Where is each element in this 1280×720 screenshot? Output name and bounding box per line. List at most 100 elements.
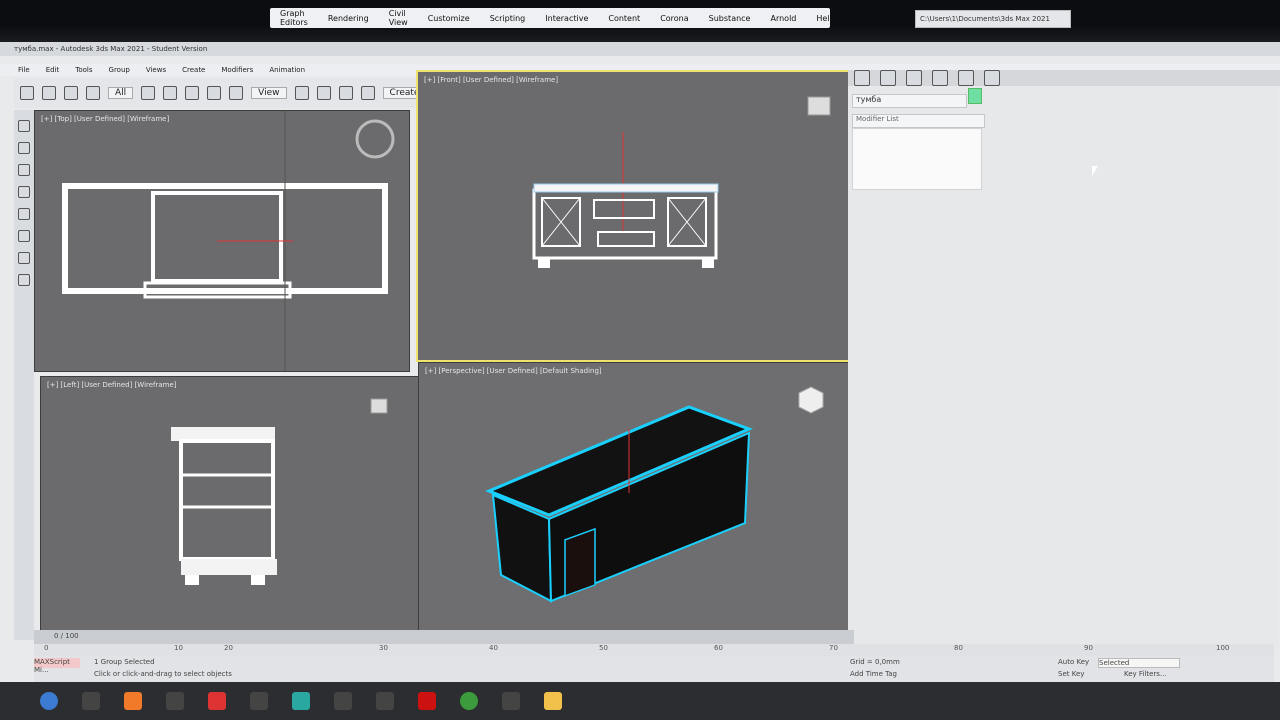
menu-content[interactable]: Content	[608, 14, 640, 23]
timeline-ticks: 0 10 20 30 40 50 60 70 80 90 100	[34, 644, 1274, 656]
object-name-field[interactable]: тумба	[852, 94, 967, 108]
menu-graph-editors[interactable]: Graph Editors	[280, 9, 308, 27]
populate-icon[interactable]	[18, 274, 30, 286]
snap-icon[interactable]	[316, 86, 331, 100]
mouse-cursor	[1092, 166, 1098, 176]
menu-edit[interactable]: Edit	[46, 66, 60, 74]
menu-create[interactable]: Create	[182, 66, 205, 74]
start-icon[interactable]	[40, 692, 58, 710]
select-object-icon[interactable]	[141, 86, 156, 100]
menu-interactive[interactable]: Interactive	[545, 14, 588, 23]
set-key-button[interactable]: Set Key	[1058, 670, 1084, 678]
selection-filter-select[interactable]: All	[108, 87, 134, 99]
freeform-icon[interactable]	[18, 208, 30, 220]
tick-50: 50	[599, 644, 608, 652]
snapshot-icon[interactable]	[18, 142, 30, 154]
menu-tools[interactable]: Tools	[75, 66, 92, 74]
app-icon[interactable]	[208, 692, 226, 710]
window-titlebar: тумба.max - Autodesk 3ds Max 2021 - Stud…	[0, 42, 1280, 56]
modifier-stack[interactable]	[852, 128, 982, 190]
angle-snap-icon[interactable]	[338, 86, 353, 100]
app-icon[interactable]	[166, 692, 184, 710]
timeline-frame: 0 / 100	[54, 632, 79, 640]
display-tab-icon[interactable]	[958, 70, 974, 86]
viewport-label: [+] [Left] [User Defined] [Wireframe]	[47, 381, 177, 389]
reference-coordinate-select[interactable]: View	[251, 87, 287, 99]
app-icon[interactable]	[250, 692, 268, 710]
project-path-field[interactable]: C:\Users\1\Documents\3ds Max 2021	[915, 10, 1071, 28]
link-icon[interactable]	[64, 86, 78, 100]
viewport-left[interactable]: [+] [Left] [User Defined] [Wireframe]	[40, 376, 420, 634]
app-icon[interactable]	[418, 692, 436, 710]
menu-scripting[interactable]: Scripting	[490, 14, 526, 23]
viewport-top[interactable]: [+] [Top] [User Defined] [Wireframe]	[34, 110, 410, 372]
command-tabs	[848, 70, 1280, 86]
select-by-name-icon[interactable]	[163, 86, 178, 100]
top-menubar: Graph Editors Rendering Civil View Custo…	[270, 8, 835, 28]
menu-views[interactable]: Views	[146, 66, 166, 74]
tick-40: 40	[489, 644, 498, 652]
percent-snap-icon[interactable]	[360, 86, 375, 100]
top-view-wireframe	[62, 111, 395, 371]
windows-taskbar	[0, 682, 1280, 720]
app-icon[interactable]	[82, 692, 100, 710]
scene-explorer-icon[interactable]	[18, 186, 30, 198]
object-paint-icon[interactable]	[18, 252, 30, 264]
chrome-icon[interactable]	[460, 692, 478, 710]
menu-animation[interactable]: Animation	[269, 66, 305, 74]
menu-substance[interactable]: Substance	[709, 14, 751, 23]
object-color-swatch[interactable]	[968, 88, 982, 104]
grid-readout: Grid = 0,0mm	[850, 658, 900, 666]
tick-60: 60	[714, 644, 723, 652]
menu-file[interactable]: File	[18, 66, 30, 74]
menu-rendering[interactable]: Rendering	[328, 14, 369, 23]
menu-corona[interactable]: Corona	[660, 14, 688, 23]
selection-icon[interactable]	[18, 230, 30, 242]
layers-icon[interactable]	[18, 164, 30, 176]
tick-10: 10	[174, 644, 183, 652]
menu-group[interactable]: Group	[109, 66, 130, 74]
modify-tab-icon[interactable]	[880, 70, 896, 86]
viewport-label: [+] [Perspective] [User Defined] [Defaul…	[425, 367, 602, 375]
key-filters-button[interactable]: Key Filters...	[1124, 670, 1167, 678]
firefox-icon[interactable]	[124, 692, 142, 710]
auto-key-button[interactable]: Auto Key	[1058, 658, 1089, 666]
viewport-label: [+] [Top] [User Defined] [Wireframe]	[41, 115, 170, 123]
scale-icon[interactable]	[229, 86, 244, 100]
app-icon[interactable]	[376, 692, 394, 710]
viewport-perspective[interactable]: [+] [Perspective] [User Defined] [Defaul…	[418, 362, 856, 646]
move-icon[interactable]	[185, 86, 200, 100]
create-tab-icon[interactable]	[854, 70, 870, 86]
timeline-slider[interactable]: 0 / 100	[34, 630, 854, 644]
tick-100: 100	[1216, 644, 1230, 652]
maxscript-listener[interactable]: MAXScript Mi...	[34, 658, 80, 674]
perspective-view-shaded	[485, 386, 824, 603]
menu-customize[interactable]: Customize	[428, 14, 470, 23]
add-time-tag[interactable]: Add Time Tag	[850, 670, 897, 678]
rotate-icon[interactable]	[207, 86, 222, 100]
3dsmax-icon[interactable]	[292, 692, 310, 710]
explorer-icon[interactable]	[544, 692, 562, 710]
modifier-list-dropdown[interactable]: Modifier List	[852, 114, 985, 128]
app-icon[interactable]	[502, 692, 520, 710]
menu-help[interactable]: Help	[816, 14, 834, 23]
prompt-line: Click or click-and-drag to select object…	[94, 670, 232, 678]
paint-icon[interactable]	[18, 120, 30, 132]
motion-tab-icon[interactable]	[932, 70, 948, 86]
menu-civil-view[interactable]: Civil View	[389, 9, 408, 27]
screen: Graph Editors Rendering Civil View Custo…	[0, 0, 1280, 720]
utilities-tab-icon[interactable]	[984, 70, 1000, 86]
menu-arnold[interactable]: Arnold	[770, 14, 796, 23]
left-view-wireframe	[171, 398, 388, 585]
redo-icon[interactable]	[42, 86, 56, 100]
selected-dropdown[interactable]: Selected	[1098, 658, 1180, 668]
unlink-icon[interactable]	[86, 86, 100, 100]
pivot-icon[interactable]	[294, 86, 309, 100]
hierarchy-tab-icon[interactable]	[906, 70, 922, 86]
app-icon[interactable]	[334, 692, 352, 710]
command-panel: тумба Modifier List	[848, 70, 1280, 650]
menu-modifiers[interactable]: Modifiers	[221, 66, 253, 74]
window-title: тумба.max - Autodesk 3ds Max 2021 - Stud…	[14, 45, 208, 53]
undo-icon[interactable]	[20, 86, 34, 100]
viewport-front[interactable]: [+] [Front] [User Defined] [Wireframe]	[416, 70, 850, 362]
